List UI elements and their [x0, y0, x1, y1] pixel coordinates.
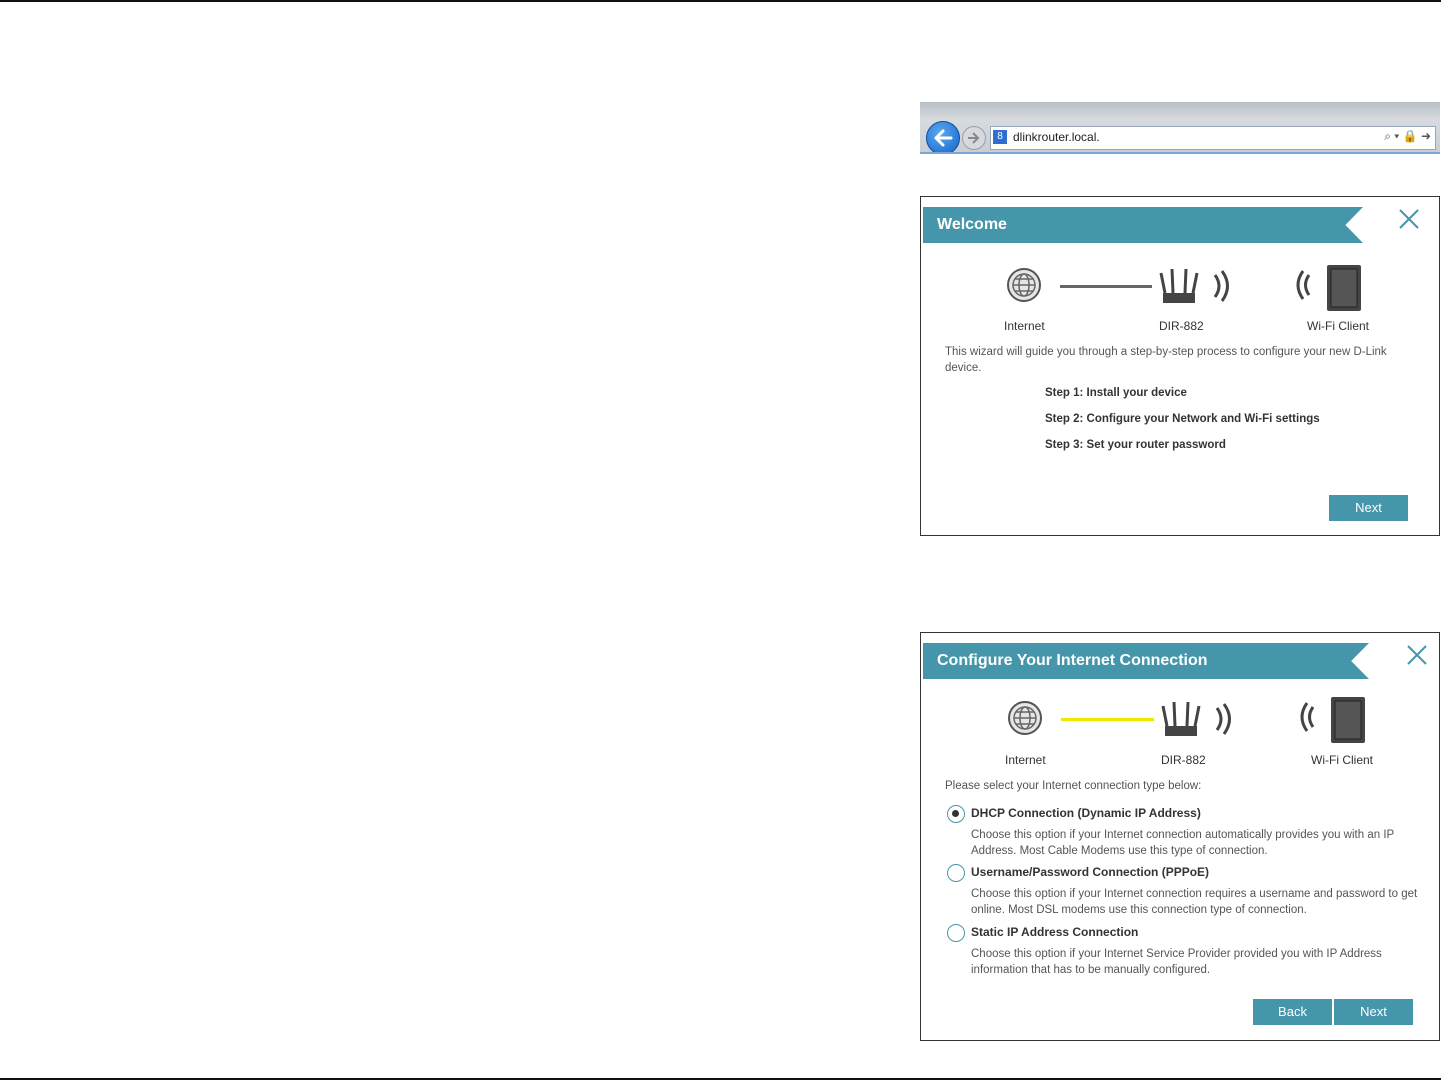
wifi-client-label: Wi-Fi Client	[1307, 319, 1369, 333]
tablet-icon	[1300, 697, 1365, 743]
option-static-label: Static IP Address Connection	[971, 925, 1139, 939]
forward-button[interactable]	[962, 126, 986, 150]
router-label: DIR-882	[1159, 319, 1204, 333]
option-static-desc: Choose this option if your Internet Serv…	[971, 948, 1382, 976]
step-3: Step 3: Set your router password	[1045, 439, 1226, 451]
router-label: DIR-882	[1161, 753, 1206, 767]
globe-icon	[1008, 701, 1042, 735]
connection-prompt: Please select your Internet connection t…	[945, 780, 1202, 792]
connection-wire	[1060, 285, 1152, 288]
connection-wire-active	[1061, 718, 1154, 721]
internet-label: Internet	[1005, 753, 1046, 767]
top-rule	[0, 0, 1441, 2]
step-list: Step 1: Install your device Step 2: Conf…	[1045, 387, 1320, 465]
radio-pppoe[interactable]	[947, 864, 965, 882]
welcome-dialog: Welcome Internet DIR-882 Wi-Fi Client Th…	[920, 196, 1440, 536]
tablet-icon	[1296, 265, 1361, 311]
dialog-title: Welcome	[937, 216, 1007, 233]
wizard-intro: This wizard will guide you through a ste…	[945, 346, 1387, 374]
url-input[interactable]: 8 dlinkrouter.local. ⌕ ▾ 🔒 ➜	[990, 126, 1436, 150]
back-button[interactable]: Back	[1253, 999, 1332, 1025]
forward-arrow-icon	[968, 132, 980, 144]
router-icon	[1159, 268, 1229, 303]
option-dhcp-desc: Choose this option if your Internet conn…	[971, 829, 1394, 857]
address-bar-icons[interactable]: ⌕ ▾ 🔒 ➜	[1384, 129, 1431, 144]
option-pppoe-label: Username/Password Connection (PPPoE)	[971, 865, 1210, 879]
back-arrow-icon	[934, 129, 953, 147]
wifi-client-label: Wi-Fi Client	[1311, 753, 1373, 767]
close-icon[interactable]	[1405, 643, 1429, 667]
next-button[interactable]: Next	[1329, 495, 1408, 521]
url-text: dlinkrouter.local.	[1013, 130, 1100, 144]
dialog-title-banner: Configure Your Internet Connection	[923, 643, 1369, 679]
bottom-rule	[0, 1078, 1441, 1080]
router-icon	[1161, 701, 1231, 736]
step-1: Step 1: Install your device	[1045, 387, 1187, 399]
browser-address-bar: 8 dlinkrouter.local. ⌕ ▾ 🔒 ➜	[920, 102, 1440, 154]
browser-tab-strip	[920, 102, 1440, 120]
radio-dhcp[interactable]	[947, 805, 965, 823]
option-dhcp-label: DHCP Connection (Dynamic IP Address)	[971, 806, 1201, 820]
dialog-title: Configure Your Internet Connection	[937, 652, 1208, 669]
network-diagram: Internet DIR-882 Wi-Fi Client	[921, 695, 1439, 775]
dialog-title-banner: Welcome	[923, 207, 1363, 243]
close-icon[interactable]	[1397, 207, 1421, 231]
back-button[interactable]	[926, 121, 960, 152]
radio-static[interactable]	[947, 924, 965, 942]
next-button[interactable]: Next	[1334, 999, 1413, 1025]
option-pppoe-desc: Choose this option if your Internet conn…	[971, 888, 1418, 916]
internet-label: Internet	[1004, 319, 1045, 333]
globe-icon	[1007, 268, 1041, 302]
step-2: Step 2: Configure your Network and Wi-Fi…	[1045, 413, 1320, 425]
configure-internet-dialog: Configure Your Internet Connection Inter…	[920, 632, 1440, 1041]
favicon-icon: 8	[993, 130, 1007, 144]
network-diagram: Internet DIR-882 Wi-Fi Client	[921, 259, 1439, 339]
